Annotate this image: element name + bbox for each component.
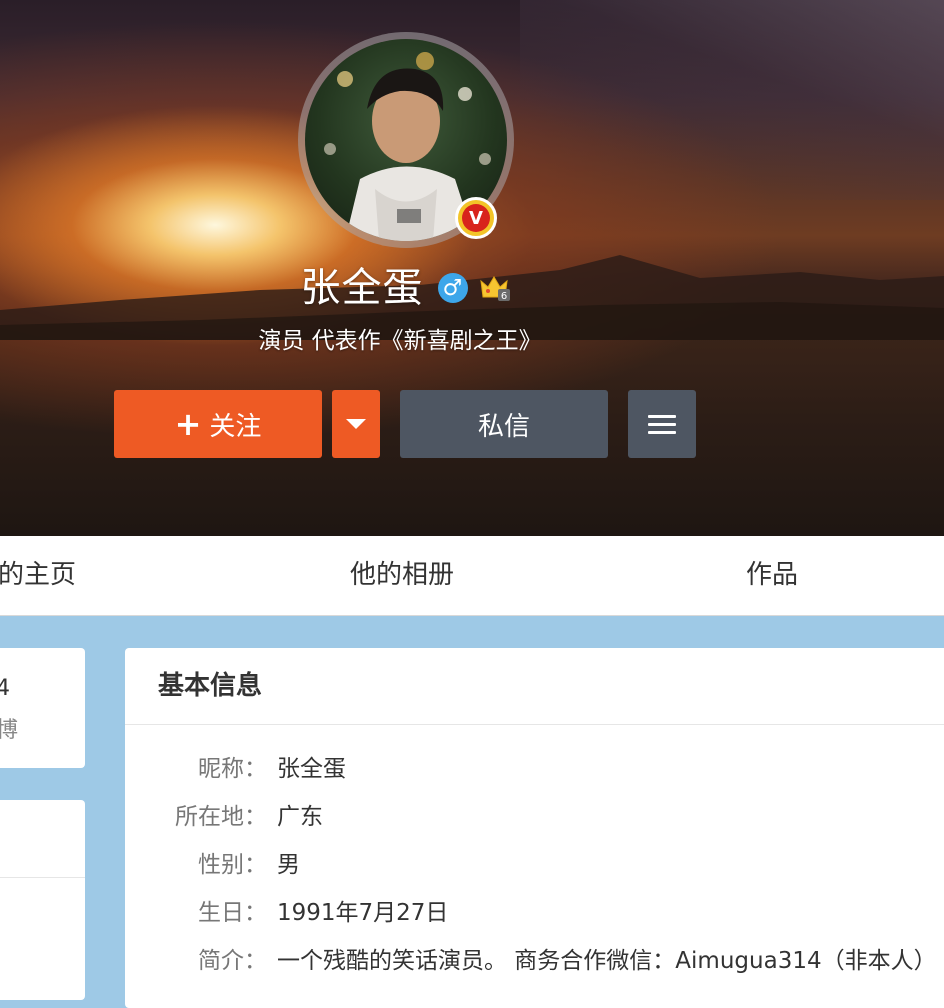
tab-album[interactable]: 他的相册 bbox=[350, 536, 454, 616]
info-value: 1991年7月27日 bbox=[277, 900, 449, 926]
sidebar-card bbox=[0, 800, 85, 1000]
plus-icon: + bbox=[174, 405, 202, 443]
info-row-birthday: 生日： 1991年7月27日 bbox=[125, 896, 448, 930]
tab-works[interactable]: 作品 bbox=[746, 536, 798, 616]
profile-tabs: 他的主页 他的相册 作品 bbox=[0, 536, 944, 616]
basic-info-title: 基本信息 bbox=[158, 671, 263, 701]
info-key: 所在地： bbox=[175, 804, 267, 830]
info-value: 张全蛋 bbox=[277, 756, 346, 782]
male-gender-icon: ♂ bbox=[437, 273, 468, 303]
tab-home[interactable]: 他的主页 bbox=[0, 536, 76, 616]
info-key: 生日： bbox=[198, 900, 267, 926]
basic-info-panel: 基本信息 昵称： 张全蛋 所在地： 广东 性别： 男 生日： 1991年7月27日 简介… bbox=[125, 648, 944, 1008]
menu-icon-line bbox=[648, 422, 676, 426]
info-value: 一个残酷的笑话演员。 商务合作微信：Aimugua314（非本人） bbox=[277, 948, 937, 974]
chevron-down-icon bbox=[346, 419, 366, 429]
message-label: 私信 bbox=[477, 411, 530, 442]
info-key: 性别： bbox=[198, 852, 267, 878]
vip-crown-icon[interactable]: 6 bbox=[478, 273, 512, 303]
info-row-location: 所在地： 广东 bbox=[125, 800, 323, 834]
stats-number: 4 bbox=[0, 676, 10, 701]
menu-icon-line bbox=[648, 430, 676, 434]
verified-badge-icon: V bbox=[455, 197, 497, 239]
more-menu-button[interactable] bbox=[628, 390, 696, 458]
follow-dropdown-button[interactable] bbox=[332, 390, 380, 458]
svg-text:6: 6 bbox=[500, 291, 506, 302]
info-value: 男 bbox=[277, 852, 300, 878]
info-row-intro: 简介： 一个残酷的笑话演员。 商务合作微信：Aimugua314（非本人） bbox=[125, 944, 937, 978]
panel-divider bbox=[125, 724, 944, 725]
card-divider bbox=[0, 877, 85, 878]
cover-clouds bbox=[520, 0, 944, 200]
info-key: 昵称： bbox=[198, 756, 267, 782]
verified-badge-letter: V bbox=[462, 204, 490, 232]
follow-button[interactable]: + 关注 bbox=[114, 390, 322, 458]
menu-icon-line bbox=[648, 414, 676, 418]
info-key: 简介： bbox=[198, 948, 267, 974]
profile-name: 张全蛋 bbox=[300, 265, 424, 311]
message-button[interactable]: 私信 bbox=[400, 390, 608, 458]
stats-label: 博 bbox=[0, 718, 19, 743]
info-value: 广东 bbox=[277, 804, 323, 830]
profile-name-row: 张全蛋 ♂ 6 bbox=[0, 262, 812, 314]
stats-card: 4 博 bbox=[0, 648, 85, 768]
info-row-nickname: 昵称： 张全蛋 bbox=[125, 752, 346, 786]
profile-bio: 演员 代表作《新喜剧之王》 bbox=[258, 328, 542, 354]
info-row-gender: 性别： 男 bbox=[125, 848, 300, 882]
follow-label: 关注 bbox=[209, 411, 262, 442]
